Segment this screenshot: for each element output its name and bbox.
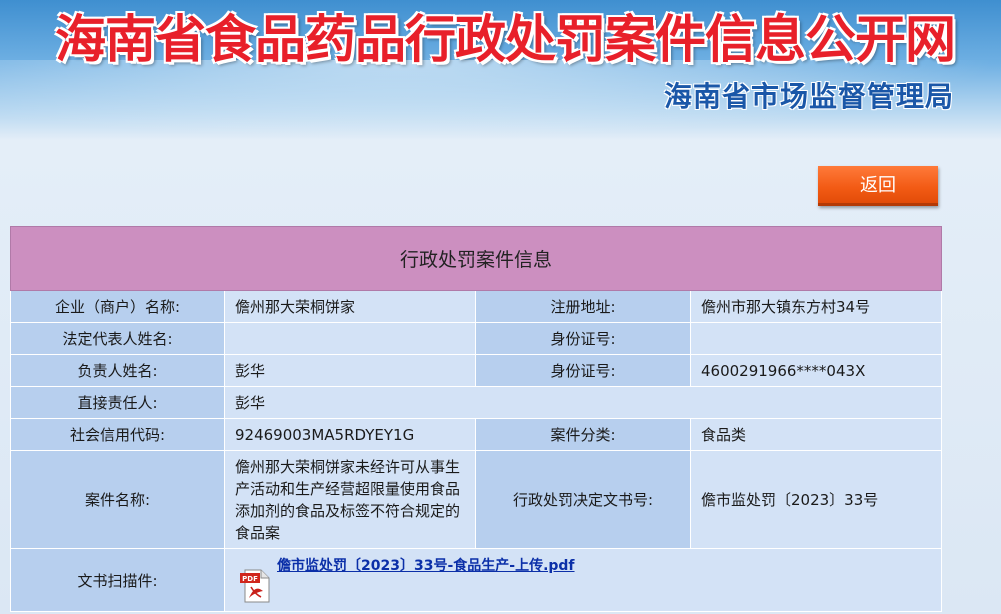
case-name-value: 儋州那大荣桐饼家未经许可从事生产活动和生产经营超限量使用食品添加剂的食品及标签不… [224,450,476,549]
legal-rep-label: 法定代表人姓名: [10,322,225,355]
credit-label: 社会信用代码: [10,418,225,451]
legal-id-value [689,322,943,355]
table-row: 法定代表人姓名: 身份证号: [10,322,943,355]
company-label: 企业（商户）名称: [10,290,225,323]
site-title: 海南省食品药品行政处罚案件信息公开网 [55,11,956,70]
table-row: 文书扫描件: PDF 儋市监处罚〔2023〕33号-食品生产-上传.pdf [10,548,943,612]
responsible-id-value: 4600291966****043X [689,354,943,387]
direct-label: 直接责任人: [10,386,225,419]
scan-attachment: PDF 儋市监处罚〔2023〕33号-食品生产-上传.pdf [225,549,941,611]
scan-label: 文书扫描件: [10,548,225,612]
case-name-label: 案件名称: [10,450,225,549]
company-value: 儋州那大荣桐饼家 [224,290,476,323]
bureau-title: 海南省市场监督管理局 [664,80,955,113]
table-row: 直接责任人: 彭华 [10,386,943,419]
category-value: 食品类 [689,418,943,451]
address-label: 注册地址: [475,290,691,323]
responsible-id-label: 身份证号: [475,354,691,387]
decision-no-label: 行政处罚决定文书号: [475,450,691,549]
responsible-value: 彭华 [224,354,476,387]
credit-value: 92469003MA5RDYEY1G [224,418,476,451]
back-button[interactable]: 返回 [818,166,938,206]
legal-id-label: 身份证号: [475,322,691,355]
scan-file-link[interactable]: 儋市监处罚〔2023〕33号-食品生产-上传.pdf [277,555,575,575]
table-title: 行政处罚案件信息 [9,226,943,291]
table-row: 企业（商户）名称: 儋州那大荣桐饼家 注册地址: 儋州市那大镇东方村34号 [10,290,943,323]
pdf-icon[interactable]: PDF [239,569,271,603]
direct-value: 彭华 [223,386,943,419]
table-row: 社会信用代码: 92469003MA5RDYEY1G 案件分类: 食品类 [10,418,943,451]
category-label: 案件分类: [475,418,691,451]
case-info-table: 行政处罚案件信息 企业（商户）名称: 儋州那大荣桐饼家 注册地址: 儋州市那大镇… [9,226,943,612]
scan-cell: PDF 儋市监处罚〔2023〕33号-食品生产-上传.pdf [223,548,943,612]
table-row: 案件名称: 儋州那大荣桐饼家未经许可从事生产活动和生产经营超限量使用食品添加剂的… [10,450,943,549]
table-row: 负责人姓名: 彭华 身份证号: 4600291966****043X [10,354,943,387]
svg-text:PDF: PDF [242,575,258,583]
address-value: 儋州市那大镇东方村34号 [689,290,943,323]
header-banner: 海南省食品药品行政处罚案件信息公开网 海南省市场监督管理局 [0,0,1001,140]
legal-rep-value [224,322,476,355]
responsible-label: 负责人姓名: [10,354,225,387]
decision-no-value: 儋市监处罚〔2023〕33号 [689,450,943,549]
